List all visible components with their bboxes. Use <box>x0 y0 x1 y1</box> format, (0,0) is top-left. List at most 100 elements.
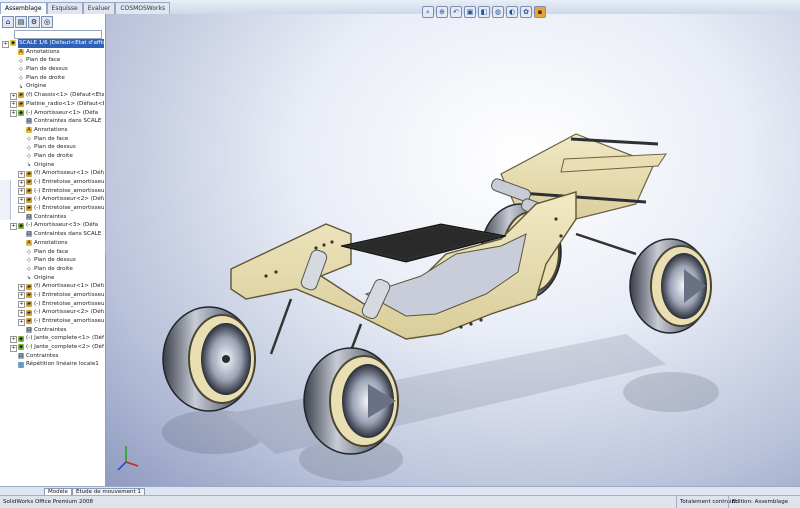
tree-item-label: Plan de dessus <box>34 257 76 264</box>
zoom-area-icon[interactable]: ⊕ <box>436 6 448 18</box>
tree-item[interactable]: ⊡ Contraintes dans SCALE 1 <box>2 117 104 126</box>
expand-toggle-icon[interactable]: + <box>10 101 17 109</box>
tab-assemblage[interactable]: Assemblage <box>0 2 47 14</box>
tree-item[interactable]: ⊡ Contraintes dans SCALE 1 <box>2 230 104 239</box>
part-icon: ▰ <box>26 205 32 212</box>
tree-item[interactable]: + ▰ Platine_radio<1> (Défaut<Eta <box>2 100 104 109</box>
tree-item-label: (-) Entretoise_amortisseur <box>34 300 104 307</box>
scene-icon[interactable]: ▪ <box>534 6 546 18</box>
tree-item[interactable]: + ◆ (-) Jante_complete<2> (Défa <box>2 343 104 352</box>
tree-item[interactable]: + ◆ SCALE 1/6 (Défaut<Etat d'affich <box>2 39 104 48</box>
tree-item[interactable]: + ◆ (-) Jante_complete<1> (Défa <box>2 334 104 343</box>
tab-evaluer[interactable]: Evaluer <box>82 2 116 14</box>
tab-esquisse[interactable]: Esquisse <box>46 2 83 14</box>
mates-icon: ⊡ <box>18 353 24 360</box>
tree-item-label: Répétition linéaire locale1 <box>26 361 99 368</box>
tree-item[interactable]: ↳ Origine <box>2 274 104 283</box>
expand-toggle-icon[interactable]: + <box>10 110 17 117</box>
tree-item[interactable]: + ▰ (-) Entretoise_amortisseur <box>2 300 104 309</box>
origin-icon: ↳ <box>18 83 24 90</box>
tree-item[interactable]: ◇ Plan de dessus <box>2 256 104 265</box>
expand-toggle-icon[interactable]: + <box>18 205 25 213</box>
pattern-icon: ⋮ <box>18 361 24 368</box>
tree-item[interactable]: ◇ Plan de droite <box>2 152 104 161</box>
zoom-fit-icon[interactable]: ⌕ <box>422 6 434 18</box>
task-pane-strip[interactable] <box>0 180 11 220</box>
tree-item[interactable]: ↳ Origine <box>2 82 104 91</box>
previous-view-icon[interactable]: ↶ <box>450 6 462 18</box>
plane-icon: ◇ <box>18 66 24 73</box>
tab-cosmosworks[interactable]: COSMOSWorks <box>115 2 171 14</box>
tree-item[interactable]: + ▰ (-) Entretoise_amortisseur <box>2 317 104 326</box>
wheel-front-left <box>162 306 256 412</box>
hide-show-icon[interactable]: ◐ <box>506 6 518 18</box>
tree-item[interactable]: ⊡ Contraintes <box>2 352 104 361</box>
tree-item[interactable]: + ▰ (-) Amortisseur<2> (Défa <box>2 308 104 317</box>
status-edit-mode: Edition: Assemblage <box>728 496 788 508</box>
expand-toggle-icon[interactable]: + <box>10 335 17 343</box>
tree-item[interactable]: A Annotations <box>2 126 104 135</box>
tree-item[interactable]: ◇ Plan de face <box>2 56 104 65</box>
orientation-triad <box>117 446 139 471</box>
expand-toggle-icon[interactable]: + <box>18 309 25 317</box>
tree-item[interactable]: ⊡ Contraintes <box>2 326 104 335</box>
expand-toggle-icon[interactable]: + <box>10 222 17 230</box>
tree-item[interactable]: ↳ Origine <box>2 161 104 170</box>
expand-toggle-icon[interactable]: + <box>10 92 17 100</box>
tree-item[interactable]: ⊡ Contraintes <box>2 213 104 222</box>
tree-item[interactable]: ◇ Plan de face <box>2 135 104 144</box>
tree-item[interactable]: A Annotations <box>2 239 104 248</box>
tree-filter-input[interactable] <box>14 30 102 39</box>
tree-item-label: (-) Amortisseur<2> (Défa <box>34 196 104 203</box>
tree-item[interactable]: + ◆ (-) Amortisseur<1> (Défa <box>2 109 104 118</box>
part-icon: ▰ <box>18 92 24 99</box>
tree-item[interactable]: + ▰ (-) Entretoise_amortisseur <box>2 178 104 187</box>
tree-item-label: (f) Chassis<1> (Défaut<Etat <box>26 92 104 99</box>
part-icon: ▰ <box>26 170 32 177</box>
expand-toggle-icon[interactable]: + <box>18 301 25 309</box>
section-view-icon[interactable]: ▣ <box>464 6 476 18</box>
tree-item[interactable]: ◇ Plan de droite <box>2 74 104 83</box>
tree-item[interactable]: ⋮ Répétition linéaire locale1 <box>2 360 104 369</box>
tree-item[interactable]: + ▰ (f) Chassis<1> (Défaut<Etat <box>2 91 104 100</box>
tree-item[interactable]: ◇ Plan de face <box>2 248 104 257</box>
feature-manager-icon[interactable]: ⌂ <box>2 16 14 28</box>
tree-item-label: Contraintes <box>26 352 59 359</box>
tree-item-label: Contraintes dans SCALE 1 <box>34 118 104 125</box>
tree-item-label: (-) Amortisseur<2> (Défa <box>34 309 104 316</box>
annotation-icon: A <box>26 240 32 247</box>
tree-item[interactable]: + ▰ (-) Entretoise_amortisseur <box>2 291 104 300</box>
expand-toggle-icon[interactable]: + <box>18 179 25 187</box>
tree-item[interactable]: + ▰ (-) Entretoise_amortisseur <box>2 204 104 213</box>
configuration-manager-icon[interactable]: ⚙ <box>28 16 40 28</box>
expand-toggle-icon[interactable]: + <box>18 170 25 178</box>
view-orientation-icon[interactable]: ◧ <box>478 6 490 18</box>
tree-item[interactable]: ◇ Plan de dessus <box>2 65 104 74</box>
tree-item[interactable]: ◇ Plan de droite <box>2 265 104 274</box>
expand-toggle-icon[interactable]: + <box>18 292 25 300</box>
property-manager-icon[interactable]: ▤ <box>15 16 27 28</box>
display-style-icon[interactable]: ◍ <box>492 6 504 18</box>
tree-item[interactable]: ◇ Plan de dessus <box>2 143 104 152</box>
plane-icon: ◇ <box>26 248 32 255</box>
expand-toggle-icon[interactable]: + <box>18 196 25 204</box>
expand-toggle-icon[interactable]: + <box>2 40 9 48</box>
tree-item[interactable]: + ◆ (-) Amortisseur<3> (Défa <box>2 221 104 230</box>
tree-item-label: Plan de face <box>34 248 69 255</box>
origin-icon: ↳ <box>26 274 32 281</box>
assembly-model-view[interactable] <box>106 14 800 486</box>
appearance-icon[interactable]: ✿ <box>520 6 532 18</box>
tree-item[interactable]: + ▰ (f) Amortisseur<1> (Défa <box>2 169 104 178</box>
tree-item[interactable]: + ▰ (-) Amortisseur<2> (Défa <box>2 195 104 204</box>
expand-toggle-icon[interactable]: + <box>18 188 25 196</box>
tree-item-label: Platine_radio<1> (Défaut<Eta <box>26 100 104 107</box>
tree-item[interactable]: + ▰ (f) Amortisseur<1> (Défa <box>2 282 104 291</box>
dim-expert-icon[interactable]: ◎ <box>41 16 53 28</box>
expand-toggle-icon[interactable]: + <box>10 344 17 352</box>
expand-toggle-icon[interactable]: + <box>18 283 25 291</box>
graphics-area[interactable] <box>106 14 800 486</box>
tree-item[interactable]: A Annotations <box>2 48 104 57</box>
part-icon: ▰ <box>26 283 32 290</box>
tree-item[interactable]: + ▰ (-) Entretoise_amortisseur <box>2 187 104 196</box>
expand-toggle-icon[interactable]: + <box>18 318 25 326</box>
